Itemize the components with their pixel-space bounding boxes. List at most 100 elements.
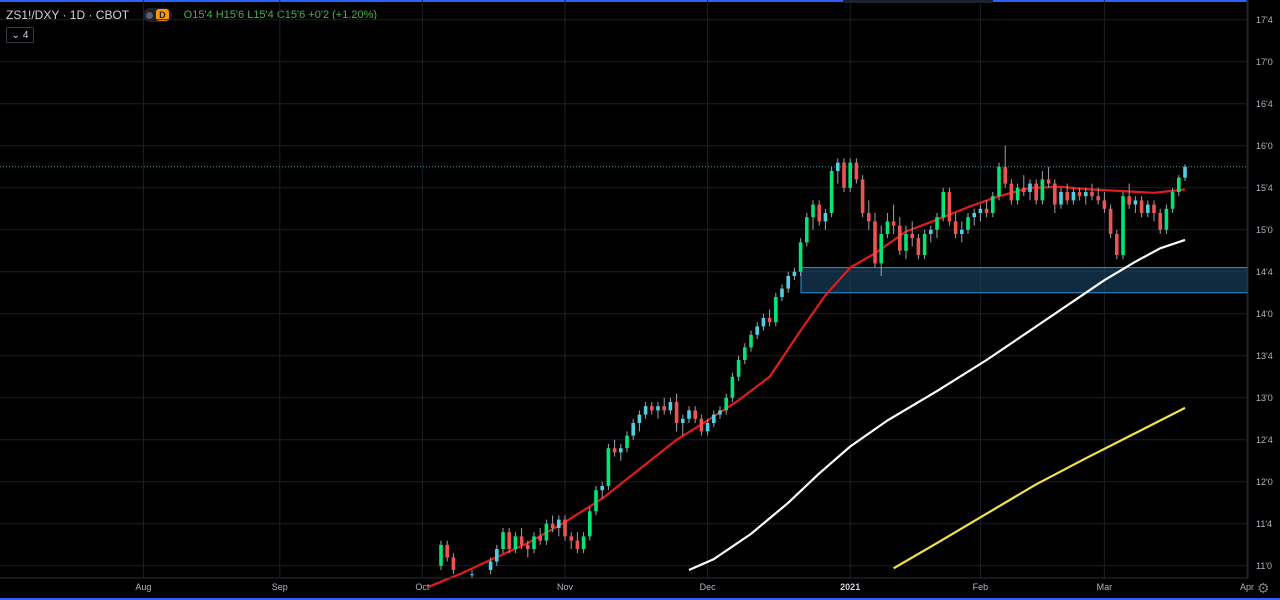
time-tick-label: Aug (135, 582, 151, 592)
candle-body (544, 523, 549, 541)
candles (439, 145, 1187, 579)
candle-body (860, 179, 865, 213)
candle-body (1133, 200, 1138, 205)
candle-body (1040, 179, 1045, 201)
candle (637, 410, 642, 432)
price-tick-label: 16'4 (1256, 99, 1273, 109)
candle-body (910, 233, 914, 239)
candle-body (1121, 196, 1125, 255)
candle (910, 221, 914, 247)
last-price-line: 15'6 (0, 160, 1275, 173)
candle-body (842, 162, 846, 188)
candle (643, 401, 648, 419)
candle-body (972, 212, 976, 218)
candle (774, 292, 778, 327)
candle-body (898, 225, 902, 251)
candle (854, 158, 859, 184)
candle (612, 439, 617, 457)
candle-body (513, 536, 518, 549)
price-axis[interactable]: 17'4 17'0 16'4 16'0 15'4 15'0 14'4 14'0 13'4 13'0… (1247, 0, 1280, 578)
candle-body (997, 166, 1001, 197)
candle (1139, 196, 1144, 218)
candle (848, 158, 852, 192)
candle-body (687, 410, 691, 419)
candle (1015, 183, 1020, 205)
candle (798, 238, 803, 276)
candle-body (631, 422, 635, 436)
candle-body (1003, 166, 1007, 184)
candle-body (953, 221, 958, 234)
candle (842, 158, 846, 192)
candle-body (526, 544, 530, 549)
time-axis[interactable]: JunJulAugSepOctNovDec2021FebMarAprMay (0, 577, 1280, 592)
candle (860, 175, 865, 218)
candle (730, 372, 735, 402)
candle-body (904, 233, 908, 251)
candle (836, 158, 840, 184)
candle (916, 233, 921, 260)
price-tick-label: 13'4 (1256, 351, 1273, 361)
support-zone[interactable] (800, 267, 1249, 294)
candle-body (786, 275, 790, 289)
settings-gear-icon[interactable]: ⚙ (1257, 580, 1270, 597)
price-chart[interactable]: 15'6 17'4 17'0 16'4 16'0 15'4 15'0 14'4 14'0 13'… (0, 0, 1280, 600)
moving-average-red (428, 185, 1186, 588)
candle (600, 481, 604, 499)
candle-body (1022, 187, 1026, 192)
time-tick-label: 2021 (840, 582, 860, 592)
candle-body (935, 217, 939, 230)
candle-body (761, 317, 766, 327)
candle-body (1139, 200, 1144, 213)
candle-body (1115, 233, 1119, 255)
candle-body (1177, 177, 1181, 192)
candle-body (718, 410, 722, 415)
price-tick-label: 13'0 (1256, 393, 1273, 403)
candle (755, 322, 759, 339)
candle-body (1152, 204, 1156, 213)
candle (1053, 179, 1057, 213)
candle-body (991, 196, 995, 213)
time-tick-label: Nov (557, 582, 574, 592)
candle (699, 414, 704, 436)
candle (1022, 175, 1026, 197)
candle-body (470, 574, 474, 576)
candle (656, 401, 660, 419)
candle-body (960, 229, 964, 234)
candle (947, 187, 952, 226)
candle-body (557, 519, 561, 528)
candle-body (1084, 191, 1088, 197)
time-tick-label: Feb (973, 582, 989, 592)
candle-body (1077, 191, 1082, 197)
time-tick-label: Oct (415, 582, 430, 592)
candle (935, 212, 939, 239)
candle-body (922, 233, 927, 255)
candle (984, 200, 989, 218)
price-tick-label: 17'0 (1256, 57, 1273, 67)
price-tick-label: 14'0 (1256, 309, 1273, 319)
candle (674, 393, 679, 432)
price-tick-label: 17'4 (1256, 15, 1273, 25)
candle-body (581, 536, 586, 549)
candle-body (650, 406, 654, 411)
candle-body (699, 418, 704, 432)
price-tick-label: 12'4 (1256, 435, 1273, 445)
candle-body (1053, 183, 1057, 205)
candle (867, 200, 871, 230)
candle (532, 532, 536, 554)
candle (922, 229, 927, 260)
candle (1164, 204, 1169, 234)
candle (1146, 200, 1150, 218)
candle (1046, 166, 1051, 188)
candle-body (445, 544, 449, 558)
candle-body (1183, 166, 1187, 178)
candle-body (848, 162, 852, 188)
candle (594, 485, 598, 516)
candle (786, 271, 790, 293)
candle (1133, 196, 1138, 213)
candle (1009, 179, 1014, 205)
candle-body (724, 397, 728, 411)
candle (761, 313, 766, 331)
candle-body (984, 208, 989, 213)
candle (718, 406, 722, 419)
candle (681, 414, 685, 436)
